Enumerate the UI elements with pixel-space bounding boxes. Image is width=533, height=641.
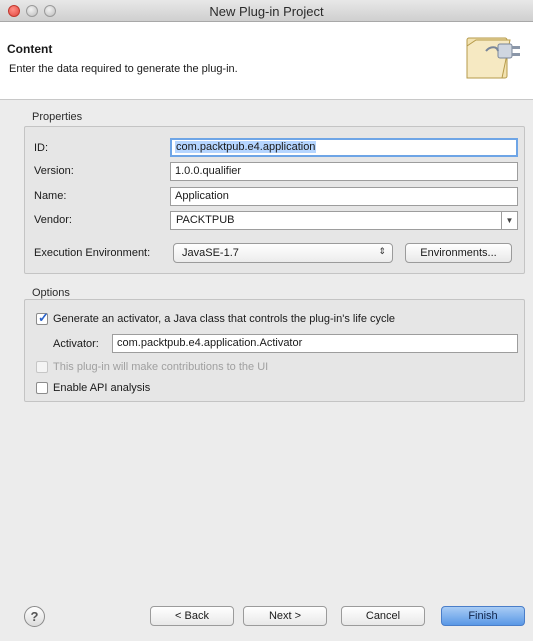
ui-contrib-label: This plug-in will make contributions to …	[53, 361, 269, 373]
title-bar: New Plug-in Project	[0, 0, 533, 22]
cancel-button[interactable]: Cancel	[341, 606, 425, 626]
updown-arrow-icon: ⇕	[378, 246, 386, 256]
name-input[interactable]: Application	[170, 187, 518, 206]
next-button[interactable]: Next >	[243, 606, 327, 626]
generate-activator-checkbox[interactable]: ✓	[36, 310, 49, 325]
activator-label: Activator:	[53, 338, 99, 350]
name-label: Name:	[34, 190, 67, 202]
exec-env-value: JavaSE-1.7	[182, 247, 239, 259]
vendor-label: Vendor:	[34, 214, 72, 226]
page-title: Content	[7, 42, 53, 56]
wizard-header: Content Enter the data required to gener…	[0, 22, 533, 100]
vendor-combo[interactable]: PACKTPUB ▼	[170, 211, 518, 230]
folder-plug-icon	[466, 37, 520, 79]
api-analysis-label: Enable API analysis	[53, 382, 151, 394]
checkmark-icon: ✓	[38, 310, 49, 325]
version-input[interactable]: 1.0.0.qualifier	[170, 162, 518, 181]
options-section-title: Options	[32, 287, 70, 299]
vendor-value: PACKTPUB	[176, 214, 235, 226]
id-value: com.packtpub.e4.application	[175, 141, 317, 153]
generate-activator-label: Generate an activator, a Java class that…	[53, 313, 396, 325]
id-input[interactable]: com.packtpub.e4.application	[170, 138, 518, 157]
help-icon[interactable]: ?	[24, 606, 45, 627]
version-label: Version:	[34, 165, 74, 177]
finish-button[interactable]: Finish	[441, 606, 525, 626]
back-button[interactable]: < Back	[150, 606, 234, 626]
exec-env-label: Execution Environment:	[34, 247, 151, 259]
id-label: ID:	[34, 142, 49, 154]
environments-button[interactable]: Environments...	[405, 243, 512, 263]
page-description: Enter the data required to generate the …	[9, 63, 238, 75]
window-title: New Plug-in Project	[209, 4, 324, 19]
exec-env-select[interactable]: JavaSE-1.7 ⇕	[173, 243, 393, 263]
properties-section-title: Properties	[32, 111, 83, 123]
activator-input[interactable]: com.packtpub.e4.application.Activator	[112, 334, 518, 353]
ui-contrib-checkbox[interactable]	[36, 361, 48, 373]
dropdown-arrow-icon[interactable]: ▼	[501, 212, 517, 229]
api-analysis-checkbox[interactable]	[36, 382, 48, 394]
